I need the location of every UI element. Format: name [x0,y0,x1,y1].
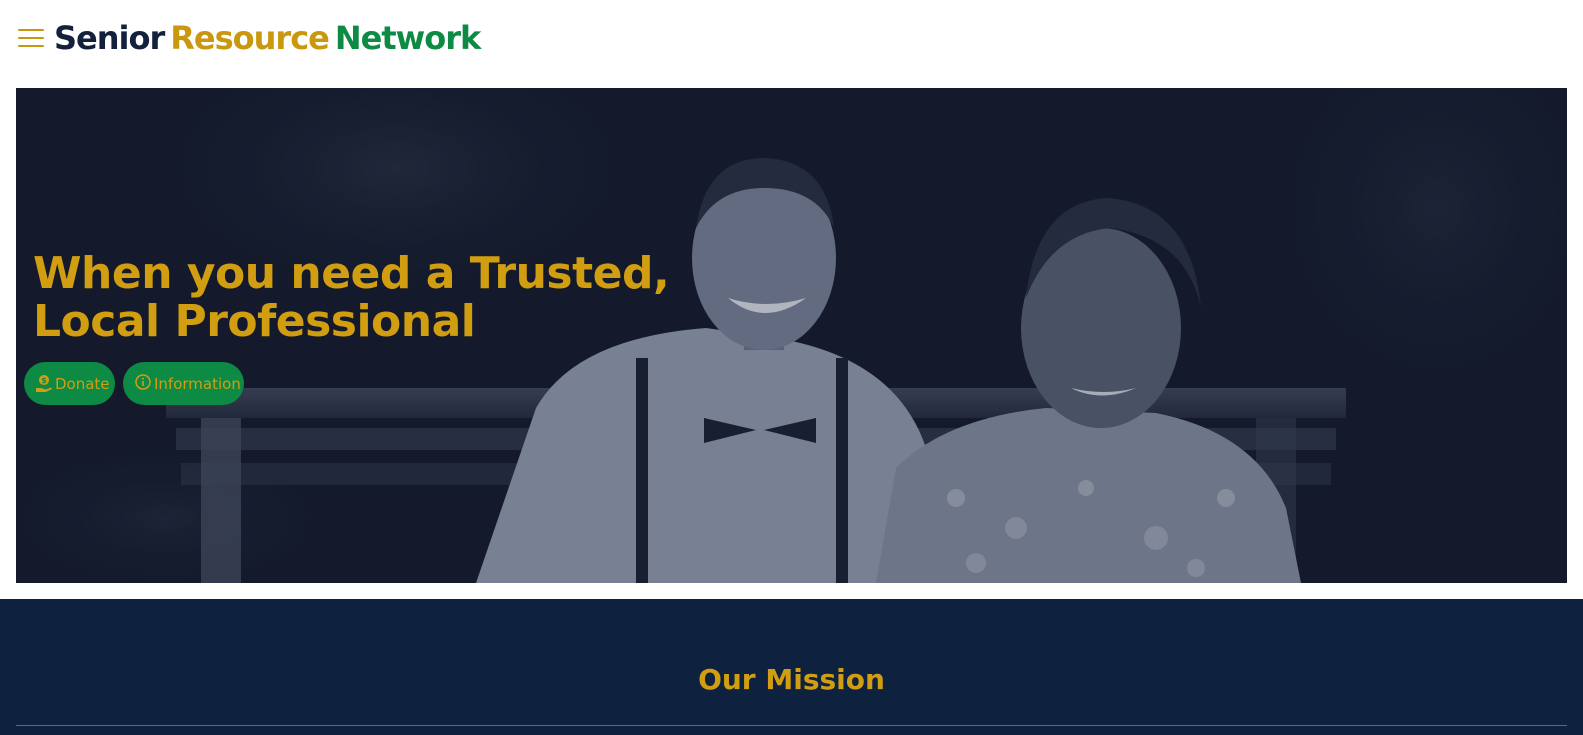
information-button[interactable]: Information [123,362,244,405]
donate-button[interactable]: $ Donate [24,362,115,405]
hero-heading-line-1: When you need a Trusted, [33,248,670,299]
hero-heading-line-2: Local Professional [33,296,476,347]
site-header: Senior Resource Network [0,0,1583,88]
divider [16,725,1567,726]
site-logo[interactable]: Senior Resource Network [54,16,481,60]
mission-heading: Our Mission [698,663,885,696]
hero-banner: When you need a Trusted, Local Professio… [16,88,1567,583]
hand-coin-icon: $ [34,374,54,394]
mission-section: Our Mission [0,599,1583,735]
svg-text:$: $ [41,376,47,385]
logo-word-resource: Resource [170,19,330,57]
hero-heading: When you need a Trusted, Local Professio… [33,250,733,346]
logo-word-senior: Senior [54,19,165,57]
menu-icon[interactable] [18,26,44,50]
logo-word-network: Network [334,19,481,57]
donate-label: Donate [55,374,110,393]
info-circle-icon [133,373,153,394]
information-label: Information [154,374,241,393]
